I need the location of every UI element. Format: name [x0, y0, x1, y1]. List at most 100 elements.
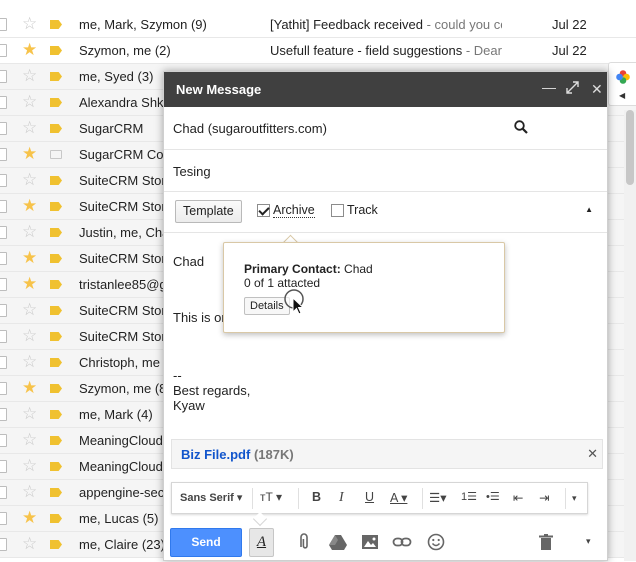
google-drive-icon[interactable]: [328, 532, 348, 552]
collapse-arrow-icon[interactable]: ▲: [585, 205, 593, 214]
star-icon[interactable]: ☆: [22, 170, 37, 190]
subject-field[interactable]: Tesing: [164, 150, 607, 192]
importance-marker-icon[interactable]: [50, 228, 62, 237]
insert-photo-icon[interactable]: [360, 532, 380, 552]
importance-marker-icon[interactable]: [50, 462, 62, 471]
row-checkbox[interactable]: [0, 18, 7, 31]
row-checkbox[interactable]: [0, 226, 7, 239]
importance-marker-icon[interactable]: [50, 150, 62, 159]
row-checkbox[interactable]: [0, 330, 7, 343]
star-icon[interactable]: ☆: [22, 352, 37, 372]
importance-marker-icon[interactable]: [50, 540, 62, 549]
italic-icon[interactable]: I: [339, 490, 344, 506]
star-icon[interactable]: ☆: [22, 222, 37, 242]
row-checkbox[interactable]: [0, 44, 7, 57]
importance-marker-icon[interactable]: [50, 280, 62, 289]
minimize-icon[interactable]: —: [542, 78, 556, 96]
star-icon[interactable]: ☆: [22, 118, 37, 138]
importance-marker-icon[interactable]: [50, 46, 62, 55]
expand-icon[interactable]: [566, 80, 579, 98]
archive-label[interactable]: Archive: [273, 203, 315, 218]
indent-more-icon[interactable]: ⇥: [539, 490, 549, 505]
emoji-icon[interactable]: [426, 532, 446, 552]
importance-marker-icon[interactable]: [50, 20, 62, 29]
underline-icon[interactable]: U: [365, 490, 374, 504]
importance-marker-icon[interactable]: [50, 436, 62, 445]
subject-value[interactable]: Tesing: [173, 164, 211, 179]
importance-marker-icon[interactable]: [50, 176, 62, 185]
star-icon[interactable]: ☆: [22, 326, 37, 346]
send-button[interactable]: Send: [170, 528, 242, 557]
importance-marker-icon[interactable]: [50, 254, 62, 263]
star-icon[interactable]: ☆: [22, 404, 37, 424]
align-icon[interactable]: ☰▾: [429, 490, 446, 505]
font-family-select[interactable]: Sans Serif ▾: [180, 491, 242, 504]
importance-marker-icon[interactable]: [50, 488, 62, 497]
discard-draft-icon[interactable]: [536, 532, 556, 552]
to-recipient[interactable]: Chad (sugaroutfitters.com): [173, 121, 327, 136]
importance-marker-icon[interactable]: [50, 124, 62, 133]
addon-collapse-icon[interactable]: ◀: [619, 91, 625, 100]
formatting-options-icon[interactable]: A: [249, 528, 274, 557]
row-checkbox[interactable]: [0, 278, 7, 291]
bold-icon[interactable]: B: [312, 490, 321, 504]
row-checkbox[interactable]: [0, 460, 7, 473]
star-icon[interactable]: ★: [22, 508, 37, 528]
attach-file-icon[interactable]: [294, 532, 314, 552]
importance-marker-icon[interactable]: [50, 384, 62, 393]
row-checkbox[interactable]: [0, 304, 7, 317]
row-checkbox[interactable]: [0, 382, 7, 395]
importance-marker-icon[interactable]: [50, 72, 62, 81]
row-checkbox[interactable]: [0, 356, 7, 369]
addon-sidebar[interactable]: ◀: [608, 62, 636, 106]
more-options-icon[interactable]: ▾: [586, 536, 591, 547]
compose-header[interactable]: New Message — ✕: [164, 72, 607, 107]
star-icon[interactable]: ☆: [22, 482, 37, 502]
details-button[interactable]: Details: [244, 297, 290, 315]
star-icon[interactable]: ★: [22, 40, 37, 60]
star-icon[interactable]: ☆: [22, 14, 37, 34]
numbered-list-icon[interactable]: 1☰: [461, 490, 477, 503]
row-checkbox[interactable]: [0, 148, 7, 161]
scrollbar[interactable]: [624, 110, 636, 561]
star-icon[interactable]: ★: [22, 144, 37, 164]
star-icon[interactable]: ★: [22, 248, 37, 268]
star-icon[interactable]: ★: [22, 274, 37, 294]
star-icon[interactable]: ☆: [22, 300, 37, 320]
star-icon[interactable]: ☆: [22, 534, 37, 554]
track-checkbox[interactable]: [331, 204, 344, 217]
row-checkbox[interactable]: [0, 512, 7, 525]
star-icon[interactable]: ☆: [22, 92, 37, 112]
star-icon[interactable]: ☆: [22, 430, 37, 450]
bulleted-list-icon[interactable]: •☰: [486, 490, 500, 503]
importance-marker-icon[interactable]: [50, 410, 62, 419]
row-checkbox[interactable]: [0, 122, 7, 135]
star-icon[interactable]: ☆: [22, 66, 37, 86]
importance-marker-icon[interactable]: [50, 306, 62, 315]
importance-marker-icon[interactable]: [50, 202, 62, 211]
row-checkbox[interactable]: [0, 96, 7, 109]
insert-link-icon[interactable]: [392, 532, 412, 552]
attachment-chip[interactable]: Biz File.pdf (187K) ✕: [171, 439, 603, 469]
row-checkbox[interactable]: [0, 252, 7, 265]
row-checkbox[interactable]: [0, 70, 7, 83]
row-checkbox[interactable]: [0, 538, 7, 551]
template-button[interactable]: Template: [175, 200, 242, 223]
row-checkbox[interactable]: [0, 486, 7, 499]
attachment-name[interactable]: Biz File.pdf (187K): [181, 447, 294, 462]
importance-marker-icon[interactable]: [50, 332, 62, 341]
star-icon[interactable]: ☆: [22, 456, 37, 476]
addon-flower-icon[interactable]: [615, 69, 631, 85]
row-checkbox[interactable]: [0, 434, 7, 447]
importance-marker-icon[interactable]: [50, 358, 62, 367]
importance-marker-icon[interactable]: [50, 98, 62, 107]
row-checkbox[interactable]: [0, 408, 7, 421]
remove-attachment-icon[interactable]: ✕: [587, 446, 598, 462]
inbox-row[interactable]: ☆ me, Mark, Szymon (9) [Yathit] Feedback r…: [0, 12, 636, 38]
row-checkbox[interactable]: [0, 174, 7, 187]
star-icon[interactable]: ★: [22, 196, 37, 216]
close-icon[interactable]: ✕: [591, 80, 603, 98]
scrollbar-thumb[interactable]: [626, 110, 634, 185]
more-formatting-icon[interactable]: ▾: [572, 493, 577, 504]
search-icon[interactable]: [513, 119, 529, 135]
